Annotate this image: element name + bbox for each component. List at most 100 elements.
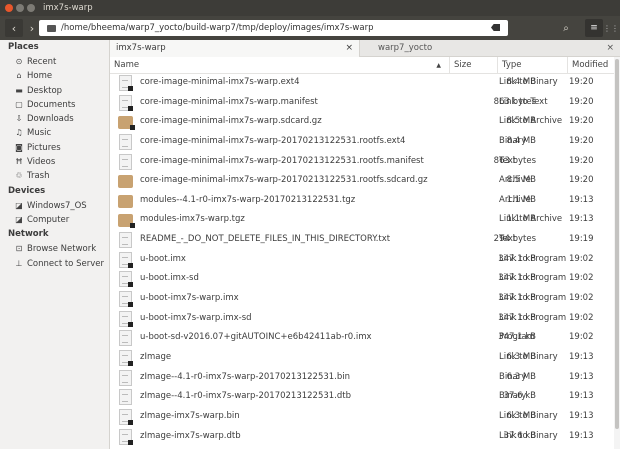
table-row[interactable]: zImage--4.1-r0-imx7s-warp-20170213122531…	[110, 387, 614, 407]
tab-label: imx7s-warp	[116, 43, 166, 53]
list-view-button[interactable]: ≡	[585, 19, 603, 37]
text-file-icon	[119, 94, 133, 111]
file-type: Binary	[499, 391, 527, 402]
sidebar-item-documents[interactable]: ▢ Documents	[0, 98, 109, 112]
table-row[interactable]: core-image-minimal-imx7s-warp.manifest 8…	[110, 93, 614, 113]
column-modified[interactable]: Modified	[568, 57, 614, 74]
table-row[interactable]: zImage-imx7s-warp.dtb 37.6 kB Link to Bi…	[110, 427, 614, 447]
grid-view-button[interactable]: ⋮⋮	[603, 19, 619, 37]
file-modified: 19:13	[569, 430, 594, 441]
table-row[interactable]: u-boot-imx7s-warp.imx 347.1 kB Link to P…	[110, 289, 614, 309]
table-row[interactable]: modules--4.1-r0-imx7s-warp-2017021312253…	[110, 191, 614, 211]
sidebar-item-pictures[interactable]: ◙ Pictures	[0, 141, 109, 155]
sidebar-item-connect-to-server[interactable]: ⊥ Connect to Server	[0, 257, 109, 271]
file-modified: 19:19	[569, 234, 594, 245]
column-name[interactable]: Name ▲	[110, 57, 450, 74]
table-row[interactable]: zImage-imx7s-warp.bin 6.3 MB Link to Bin…	[110, 407, 614, 427]
file-modified: 19:02	[569, 293, 594, 304]
sidebar: Places ⊙ Recent ⌂ Home ▬ Desktop ▢ Documents ⇩ Dow…	[0, 40, 110, 449]
table-row[interactable]: core-image-minimal-imx7s-warp-2017021312…	[110, 152, 614, 172]
file-modified: 19:20	[569, 175, 594, 186]
sidebar-item-label: Documents	[27, 99, 76, 110]
file-name: modules--4.1-r0-imx7s-warp-2017021312253…	[140, 194, 356, 205]
file-type: Link to Archive	[499, 116, 563, 127]
sidebar-item-label: Connect to Server	[27, 258, 104, 269]
symlink-icon	[128, 360, 133, 366]
file-type: Link to Archive	[499, 214, 563, 225]
file-type: Archive	[499, 194, 531, 205]
file-name: zImage--4.1-r0-imx7s-warp-20170213122531…	[140, 391, 352, 402]
sidebar-item-music[interactable]: ♫ Music	[0, 126, 109, 140]
location-bar[interactable]: /home/bheema/warp7_yocto/build-warp7/tmp…	[39, 20, 508, 36]
text-file-icon	[119, 369, 132, 386]
table-row[interactable]: u-boot.imx-sd 347.1 kB Link to Program 1…	[110, 269, 614, 289]
file-modified: 19:02	[569, 273, 594, 284]
table-row[interactable]: zImage--4.1-r0-imx7s-warp-20170213122531…	[110, 368, 614, 388]
documents-icon: ▢	[15, 99, 23, 109]
symlink-icon	[128, 105, 133, 111]
file-name: core-image-minimal-imx7s-warp-2017021312…	[140, 175, 428, 186]
text-file-icon	[119, 330, 132, 347]
window-title: imx7s-warp	[43, 3, 93, 13]
sidebar-item-trash[interactable]: ♲ Trash	[0, 169, 109, 183]
table-row[interactable]: core-image-minimal-imx7s-warp.ext4 8.4 M…	[110, 73, 614, 93]
file-name: core-image-minimal-imx7s-warp.ext4	[140, 77, 300, 87]
column-type[interactable]: Type	[498, 57, 568, 74]
file-modified: 19:20	[569, 135, 594, 146]
file-name: README_-_DO_NOT_DELETE_FILES_IN_THIS_DIR…	[140, 234, 391, 245]
home-icon: ⌂	[16, 71, 22, 81]
close-window-button[interactable]	[5, 4, 13, 12]
maximize-window-button[interactable]	[27, 4, 35, 12]
table-row[interactable]: core-image-minimal-imx7s-warp.sdcard.gz …	[110, 112, 614, 132]
table-row[interactable]: modules-imx7s-warp.tgz 1.1 MB Link to Ar…	[110, 210, 614, 230]
text-file-icon	[119, 251, 133, 268]
column-header: Name ▲ Size Type Modified	[110, 57, 614, 74]
text-file-icon	[119, 408, 133, 425]
browse-network-icon: ⊡	[15, 244, 23, 254]
scrollbar-thumb[interactable]	[615, 59, 619, 429]
location-path[interactable]: /home/bheema/warp7_yocto/build-warp7/tmp…	[61, 23, 373, 33]
sidebar-item-label: Recent	[27, 57, 57, 67]
close-tab-icon[interactable]: ×	[606, 40, 614, 57]
sidebar-item-browse-network[interactable]: ⊡ Browse Network	[0, 242, 109, 256]
sidebar-item-recent[interactable]: ⊙ Recent	[0, 55, 109, 69]
file-modified: 19:13	[569, 391, 594, 402]
text-file-icon	[119, 389, 132, 406]
table-row[interactable]: core-image-minimal-imx7s-warp-2017021312…	[110, 132, 614, 152]
tab-imx7s-warp[interactable]: imx7s-warp ×	[110, 40, 360, 57]
archive-file-icon	[118, 116, 135, 131]
sidebar-item-videos[interactable]: Ħ Videos	[0, 155, 109, 169]
file-modified: 19:13	[569, 214, 594, 225]
close-tab-icon[interactable]: ×	[345, 40, 353, 57]
tab-warp7-yocto[interactable]: warp7_yocto ×	[360, 40, 620, 57]
table-row[interactable]: README_-_DO_NOT_DELETE_FILES_IN_THIS_DIR…	[110, 230, 614, 250]
clear-icon[interactable]	[491, 24, 500, 31]
table-row[interactable]: zImage 6.3 MB Link to Binary 19:13	[110, 348, 614, 368]
file-type: Binary	[499, 371, 527, 382]
sidebar-item-computer[interactable]: ◪ Computer	[0, 213, 109, 227]
sidebar-section-title: Places	[8, 42, 39, 52]
archive-file-icon	[118, 214, 135, 229]
sidebar-item-label: Computer	[27, 214, 70, 225]
sidebar-item-home[interactable]: ⌂ Home	[0, 69, 109, 83]
file-type: Archive	[499, 175, 531, 186]
sidebar-item-label: Downloads	[27, 114, 74, 125]
symlink-icon	[128, 439, 133, 445]
sidebar-item-label: Videos	[27, 157, 56, 168]
table-row[interactable]: u-boot-sd-v2016.07+gitAUTOINC+e6b42411ab…	[110, 328, 614, 348]
back-button[interactable]: ‹	[5, 19, 23, 37]
sidebar-item-downloads[interactable]: ⇩ Downloads	[0, 112, 109, 126]
sidebar-item-windows7-os[interactable]: ◪ Windows7_OS	[0, 199, 109, 213]
table-row[interactable]: core-image-minimal-imx7s-warp-2017021312…	[110, 171, 614, 191]
sidebar-item-desktop[interactable]: ▬ Desktop	[0, 84, 109, 98]
table-row[interactable]: u-boot-imx7s-warp.imx-sd 347.1 kB Link t…	[110, 309, 614, 329]
column-size[interactable]: Size	[450, 57, 498, 74]
minimize-window-button[interactable]	[16, 4, 24, 12]
text-file-icon	[119, 153, 132, 170]
downloads-icon: ⇩	[15, 114, 23, 124]
table-row[interactable]: u-boot.imx 347.1 kB Link to Program 19:0…	[110, 250, 614, 270]
search-button[interactable]: ⌕	[557, 19, 575, 37]
file-modified: 19:13	[569, 371, 594, 382]
file-modified: 19:20	[569, 96, 594, 107]
scrollbar[interactable]	[614, 57, 620, 449]
